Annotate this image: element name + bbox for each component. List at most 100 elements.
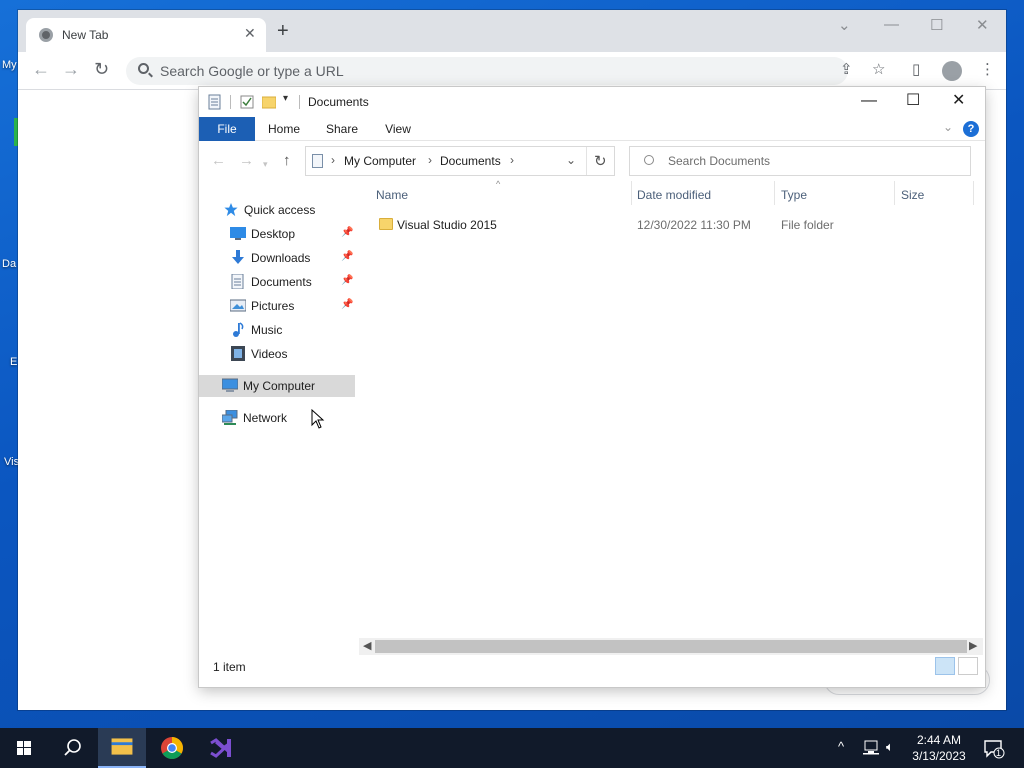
breadcrumb-separator[interactable]: › <box>510 153 514 167</box>
profile-avatar-icon[interactable] <box>942 61 962 81</box>
nav-videos[interactable]: Videos <box>199 343 355 365</box>
properties-icon[interactable] <box>208 94 222 110</box>
close-icon[interactable]: ✕ <box>976 16 989 34</box>
desktop-icon-label[interactable]: My <box>2 59 17 71</box>
divider <box>299 95 300 109</box>
minimize-icon[interactable]: — <box>884 16 899 33</box>
volume-icon[interactable]: 🔈︎ <box>886 739 894 755</box>
share-icon[interactable]: ⇪ <box>840 62 853 78</box>
search-box[interactable] <box>629 146 971 176</box>
pin-icon[interactable]: 📌 <box>341 299 353 310</box>
nav-quick-access[interactable]: Quick access <box>199 199 355 221</box>
chrome-taskbar-icon[interactable] <box>148 728 196 768</box>
nav-documents[interactable]: Documents 📌 <box>199 271 355 293</box>
divider[interactable] <box>973 181 974 205</box>
mouse-cursor-icon <box>311 409 325 429</box>
file-row[interactable]: Visual Studio 2015 12/30/2022 11:30 PM F… <box>369 214 969 236</box>
tab-search-icon[interactable]: ⌄ <box>838 16 851 34</box>
breadcrumb-my-computer[interactable]: My Computer <box>344 154 416 168</box>
new-tab-button[interactable]: + <box>277 21 289 41</box>
pin-icon[interactable]: 📌 <box>341 227 353 238</box>
show-hidden-icons-icon[interactable]: ^ <box>838 739 844 754</box>
refresh-icon[interactable]: ↻ <box>594 152 607 170</box>
ribbon-tabs: File Home Share View ⌄ ? <box>199 117 985 141</box>
up-icon[interactable]: ↑ <box>283 153 291 169</box>
address-dropdown-icon[interactable]: ⌄ <box>566 153 576 167</box>
nav-label: Videos <box>251 347 288 361</box>
reload-icon[interactable]: ↻ <box>94 60 109 78</box>
file-explorer-taskbar-icon[interactable] <box>98 728 146 768</box>
tab-share[interactable]: Share <box>321 117 363 141</box>
omnibox-input[interactable] <box>160 61 760 81</box>
nav-label: Desktop <box>251 227 296 241</box>
column-size[interactable]: Size <box>901 188 924 202</box>
search-icon <box>644 155 654 165</box>
pin-icon[interactable]: 📌 <box>341 275 353 286</box>
column-date-modified[interactable]: Date modified <box>637 188 711 202</box>
expand-ribbon-icon[interactable]: ⌄ <box>943 120 953 134</box>
forward-icon[interactable]: → <box>239 153 254 169</box>
nav-desktop[interactable]: Desktop 📌 <box>199 223 355 245</box>
help-icon[interactable]: ? <box>963 121 979 137</box>
search-icon[interactable] <box>48 728 96 768</box>
scrollbar-thumb[interactable] <box>375 640 967 653</box>
quick-access-dropdown-icon[interactable]: ▾ <box>283 93 288 104</box>
bookmark-star-icon[interactable]: ☆ <box>872 62 885 78</box>
windows-start-icon[interactable] <box>0 728 48 768</box>
tab-view[interactable]: View <box>379 117 417 141</box>
desktop-icon-label[interactable]: E <box>10 356 17 368</box>
sort-up-icon: ^ <box>496 179 501 189</box>
nav-my-computer[interactable]: My Computer <box>199 375 355 397</box>
new-folder-icon[interactable] <box>262 94 276 110</box>
nav-network[interactable]: Network <box>199 407 355 429</box>
desktop-icon-label[interactable]: Da <box>2 258 16 270</box>
column-name[interactable]: Name <box>376 188 408 202</box>
scroll-left-icon[interactable]: ◀ <box>363 639 371 652</box>
recent-locations-icon[interactable]: ▾ <box>263 156 268 172</box>
horizontal-scrollbar[interactable]: ◀ ▶ <box>359 638 983 655</box>
scroll-right-icon[interactable]: ▶ <box>969 639 977 652</box>
divider <box>230 95 231 109</box>
maximize-icon[interactable]: ☐ <box>906 92 920 110</box>
clock[interactable]: 2:44 AM 3/13/2023 <box>908 732 970 764</box>
nav-pictures[interactable]: Pictures 📌 <box>199 295 355 317</box>
nav-downloads[interactable]: Downloads 📌 <box>199 247 355 269</box>
notification-icon[interactable] <box>983 739 1005 759</box>
address-row: ← → ▾ ↑ › My Computer › Documents › ⌄ ↻ <box>199 141 985 181</box>
nav-label: Pictures <box>251 299 295 313</box>
menu-icon[interactable]: ⋮ <box>980 62 995 78</box>
close-tab-icon[interactable]: ✕ <box>244 25 256 42</box>
checkbox-icon[interactable] <box>240 94 254 110</box>
omnibox[interactable] <box>126 57 848 85</box>
nav-music[interactable]: Music <box>199 319 355 341</box>
back-icon[interactable]: ← <box>32 60 50 78</box>
breadcrumb-separator[interactable]: › <box>428 153 432 167</box>
search-input[interactable] <box>668 152 958 170</box>
explorer-titlebar: ▾ Documents — ☐ ✕ <box>199 87 985 117</box>
column-type[interactable]: Type <box>781 188 807 202</box>
tab-home[interactable]: Home <box>263 117 305 141</box>
desktop-icon-label[interactable]: Vis <box>4 456 19 468</box>
documents-icon <box>231 274 244 289</box>
forward-icon[interactable]: → <box>62 60 80 78</box>
nav-label: Music <box>251 323 283 337</box>
details-view-icon[interactable] <box>935 657 955 675</box>
network-tray-icon[interactable] <box>862 740 880 756</box>
chrome-tab[interactable]: New Tab ✕ <box>26 18 266 52</box>
minimize-icon[interactable]: — <box>861 92 877 110</box>
visual-studio-taskbar-icon[interactable] <box>196 728 244 768</box>
divider[interactable] <box>631 181 632 205</box>
back-icon[interactable]: ← <box>211 153 226 169</box>
divider[interactable] <box>774 181 775 205</box>
nav-label: Downloads <box>251 251 311 265</box>
pin-icon[interactable]: 📌 <box>341 251 353 262</box>
large-icons-view-icon[interactable] <box>958 657 978 675</box>
side-panel-icon[interactable]: ▯ <box>912 62 920 78</box>
divider[interactable] <box>894 181 895 205</box>
address-bar[interactable]: › My Computer › Documents › ⌄ ↻ <box>305 146 615 176</box>
close-icon[interactable]: ✕ <box>952 92 965 110</box>
breadcrumb-separator[interactable]: › <box>331 153 335 167</box>
maximize-icon[interactable]: ☐ <box>930 16 943 34</box>
tab-file[interactable]: File <box>199 117 255 141</box>
breadcrumb-documents[interactable]: Documents <box>440 154 501 168</box>
